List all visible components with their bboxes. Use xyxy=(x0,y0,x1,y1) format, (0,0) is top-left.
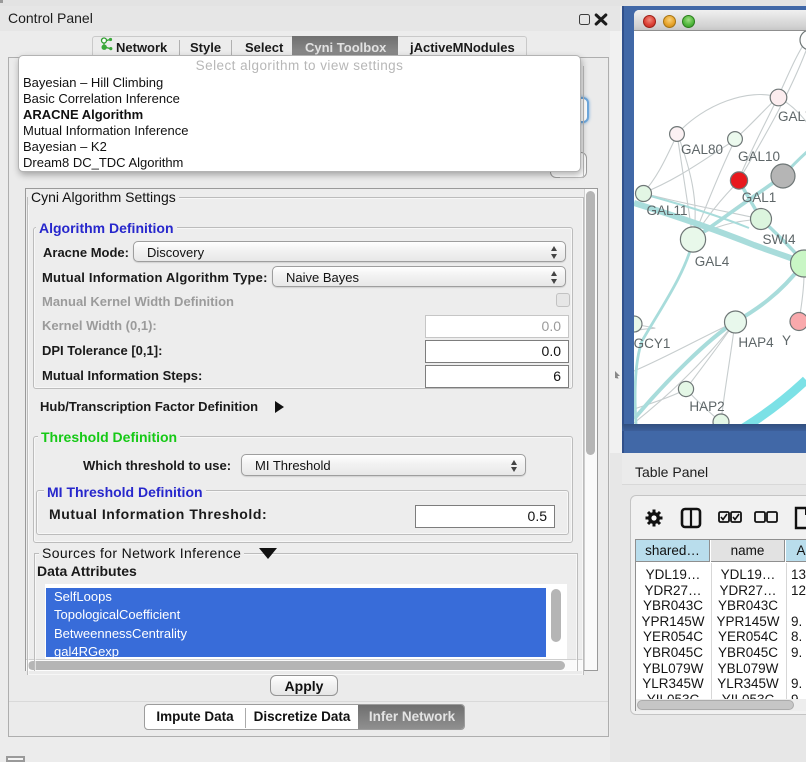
svg-text:GAL4: GAL4 xyxy=(695,254,730,269)
svg-text:HAP4: HAP4 xyxy=(738,335,774,350)
svg-text:GAL80: GAL80 xyxy=(681,142,723,157)
svg-text:Y: Y xyxy=(782,333,791,348)
svg-text:SWI4: SWI4 xyxy=(762,232,795,247)
svg-text:GAL1: GAL1 xyxy=(742,190,777,205)
svg-text:GAL11: GAL11 xyxy=(646,203,687,218)
svg-text:HAP2: HAP2 xyxy=(689,399,724,414)
svg-text:GAL10: GAL10 xyxy=(738,149,780,164)
svg-text:GCY1: GCY1 xyxy=(634,336,670,351)
svg-text:GAL7: GAL7 xyxy=(778,109,806,124)
